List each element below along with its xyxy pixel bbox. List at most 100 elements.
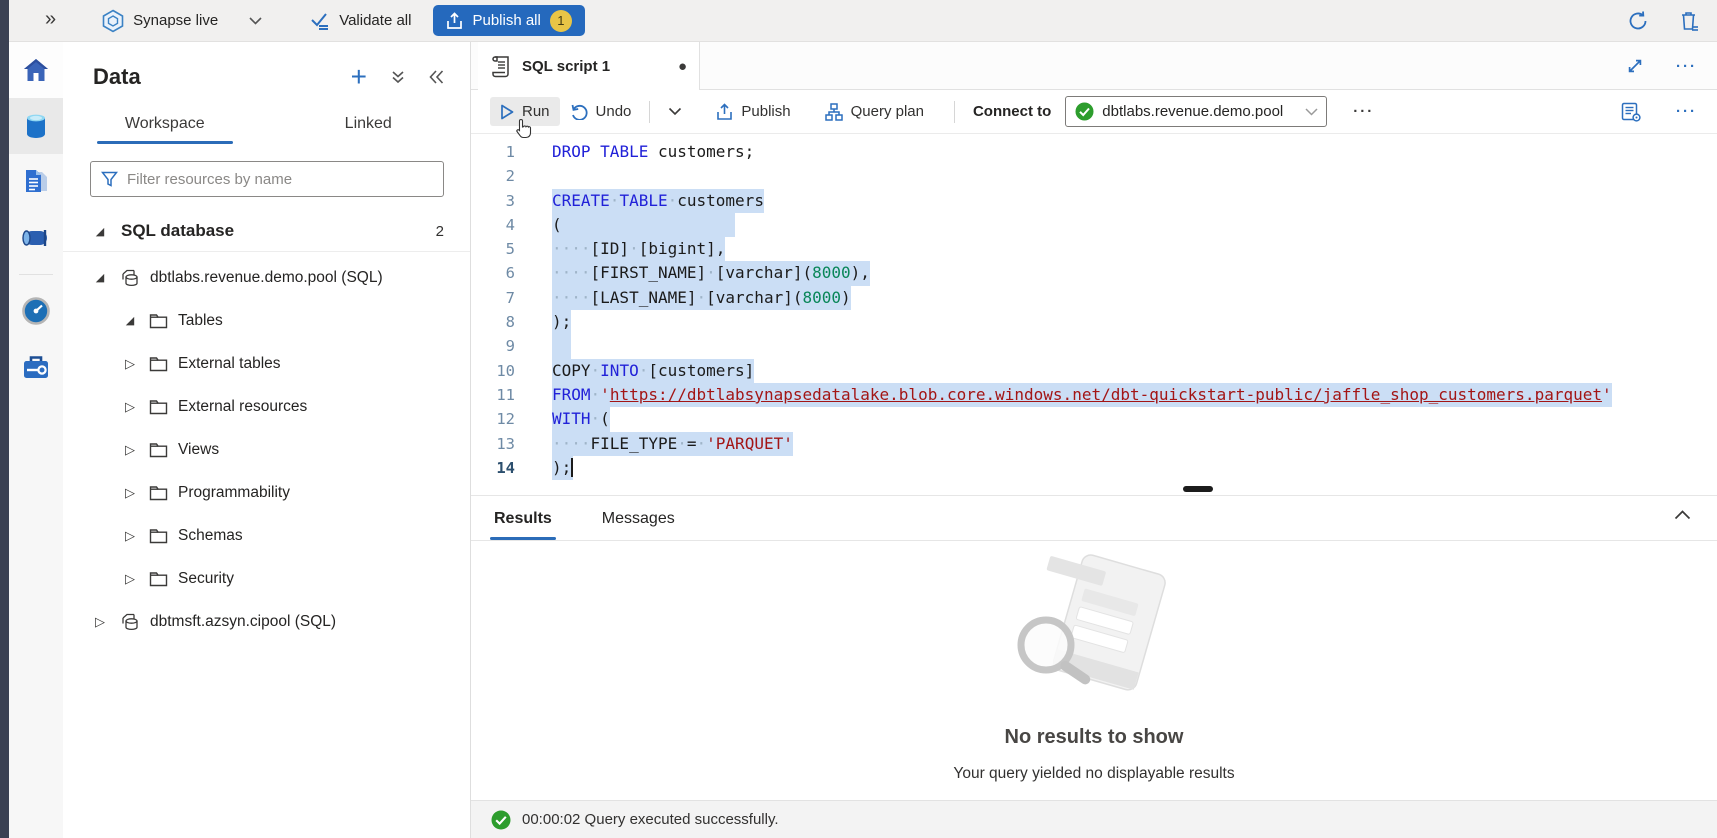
publish-all-button[interactable]: Publish all 1 — [433, 5, 584, 36]
expand-triangle-icon[interactable]: ▷ — [123, 571, 137, 587]
code-editor-line[interactable]: 5····[ID]·[bigint], — [471, 237, 1717, 261]
connect-to-label: Connect to — [973, 103, 1051, 120]
line-number: 2 — [471, 164, 515, 188]
tab-more-actions-icon[interactable]: ··· — [1676, 58, 1697, 75]
nav-integrate[interactable] — [9, 210, 63, 266]
code-editor-line[interactable]: 11FROM·'https://dbtlabsynapsedatalake.bl… — [471, 383, 1717, 407]
nav-home[interactable] — [9, 42, 63, 98]
tree-item[interactable]: ▷Security — [63, 557, 470, 600]
undo-button[interactable]: Undo — [560, 97, 642, 126]
chevron-down-icon[interactable] — [249, 17, 262, 25]
code-editor-line[interactable]: 7····[LAST_NAME]·[varchar](8000) — [471, 286, 1717, 310]
tree-item-label: External tables — [178, 355, 281, 373]
tree-item[interactable]: ◢Tables — [63, 299, 470, 342]
expand-triangle-icon[interactable]: ▷ — [123, 485, 137, 501]
add-resource-button[interactable]: + — [351, 67, 367, 87]
query-status-bar: 00:00:02 Query executed successfully. — [471, 800, 1717, 838]
code-editor-line[interactable]: 13 ····FILE_TYPE·=·'PARQUET' — [471, 432, 1717, 456]
tree-item[interactable]: ▷External resources — [63, 385, 470, 428]
collapse-triangle-icon[interactable]: ◢ — [93, 271, 107, 284]
tree-item[interactable]: ▷dbtmsft.azsyn.cipool (SQL) — [63, 600, 470, 643]
nav-develop[interactable] — [9, 154, 63, 210]
synapse-studio-window: » Synapse live Validate all Publish all … — [0, 0, 1717, 838]
code-line-text: FROM·'https://dbtlabsynapsedatalake.blob… — [552, 383, 1612, 407]
code-token: TABLE — [619, 191, 667, 210]
line-number: 1 — [471, 140, 515, 164]
sql-editor[interactable]: 1DROP TABLE customers;23CREATE·TABLE·cus… — [471, 134, 1717, 495]
expand-chevrons-icon[interactable]: » — [45, 8, 54, 31]
filter-resources-input[interactable] — [127, 171, 433, 188]
sql-database-section[interactable]: ◢ SQL database 2 — [63, 197, 470, 252]
tree-item[interactable]: ▷Views — [63, 428, 470, 471]
code-editor-line[interactable]: 2 — [471, 164, 1717, 188]
expand-triangle-icon[interactable]: ▷ — [93, 614, 107, 630]
nav-manage[interactable] — [9, 339, 63, 395]
code-editor-line[interactable]: 14); — [471, 456, 1717, 480]
collapse-triangle-icon[interactable]: ◢ — [123, 314, 137, 327]
code-token: customers — [677, 191, 764, 210]
code-token: [ID] — [591, 239, 630, 258]
tab-linked[interactable]: Linked — [267, 106, 471, 144]
filter-resources-box[interactable] — [90, 161, 444, 197]
code-editor-line[interactable]: 1DROP TABLE customers; — [471, 140, 1717, 164]
expand-triangle-icon[interactable]: ▷ — [123, 528, 137, 544]
tab-results[interactable]: Results — [490, 510, 556, 540]
tree-item[interactable]: ▷ External tables — [63, 342, 470, 385]
pool-selector-dropdown[interactable]: dbtlabs.revenue.demo.pool — [1065, 96, 1327, 127]
code-editor-line[interactable]: 6····[FIRST_NAME]·[varchar](8000), — [471, 261, 1717, 285]
code-token: · — [677, 434, 687, 453]
expand-editor-icon[interactable] — [1626, 57, 1644, 75]
tree-item[interactable]: ◢dbtlabs.revenue.demo.pool (SQL) — [63, 256, 470, 299]
code-editor-line[interactable]: 9 — [471, 334, 1717, 358]
sql-script-tab[interactable]: SQL script 1 ● — [478, 42, 700, 90]
query-plan-button[interactable]: Query plan — [815, 97, 934, 127]
collapse-triangle-icon[interactable]: ◢ — [93, 225, 107, 238]
code-editor-line[interactable]: 4( — [471, 213, 1717, 237]
collapse-results-chevron-icon[interactable] — [1674, 510, 1691, 520]
code-line-text — [552, 334, 571, 358]
status-message: 00:00:02 Query executed successfully. — [522, 811, 779, 828]
tab-messages[interactable]: Messages — [598, 510, 679, 540]
collapse-panel-icon[interactable] — [429, 70, 444, 84]
code-editor-line[interactable]: 12WITH·( — [471, 407, 1717, 431]
double-chevron-down-icon[interactable] — [391, 70, 405, 84]
line-number: 9 — [471, 334, 515, 358]
mode-selector[interactable]: Synapse live — [102, 9, 262, 33]
run-button[interactable]: Run — [490, 97, 560, 126]
success-check-icon — [491, 810, 511, 830]
expand-triangle-icon[interactable]: ▷ — [123, 356, 137, 372]
refresh-icon[interactable] — [1627, 10, 1649, 32]
code-token — [648, 142, 658, 161]
toolbar-more-icon[interactable]: ··· — [1676, 103, 1697, 120]
filter-funnel-icon — [101, 171, 118, 187]
code-editor-line[interactable]: 10COPY·INTO·[customers] — [471, 359, 1717, 383]
no-results-subtitle: Your query yielded no displayable result… — [471, 765, 1717, 783]
connect-more-icon[interactable]: ··· — [1353, 103, 1374, 120]
tab-workspace[interactable]: Workspace — [63, 106, 267, 144]
pane-splitter-handle[interactable] — [1183, 486, 1213, 492]
code-token: ); — [552, 458, 571, 477]
tree-item[interactable]: ▷Programmability — [63, 471, 470, 514]
undo-redo-dropdown[interactable] — [658, 101, 692, 122]
code-token: · — [610, 191, 620, 210]
code-token: WITH — [552, 409, 591, 428]
line-number: 13 — [471, 432, 515, 456]
nav-monitor[interactable] — [9, 283, 63, 339]
properties-icon[interactable] — [1620, 101, 1642, 123]
publish-button[interactable]: Publish — [706, 97, 800, 127]
expand-triangle-icon[interactable]: ▷ — [123, 442, 137, 458]
code-token: ), — [851, 263, 870, 282]
code-editor-line[interactable]: 8); — [471, 310, 1717, 334]
expand-triangle-icon[interactable]: ▷ — [123, 399, 137, 415]
tree-item[interactable]: ▷Schemas — [63, 514, 470, 557]
discard-trash-icon[interactable] — [1679, 10, 1699, 32]
validate-all-button[interactable]: Validate all — [310, 12, 411, 30]
section-count: 2 — [436, 223, 444, 240]
nav-data[interactable] — [9, 98, 63, 154]
connected-check-icon — [1075, 102, 1094, 121]
line-number: 14 — [471, 456, 515, 480]
code-token: · — [591, 361, 601, 380]
query-plan-label: Query plan — [851, 103, 924, 120]
code-line-text: ····FILE_TYPE·=·'PARQUET' — [552, 432, 793, 456]
code-editor-line[interactable]: 3CREATE·TABLE·customers — [471, 189, 1717, 213]
